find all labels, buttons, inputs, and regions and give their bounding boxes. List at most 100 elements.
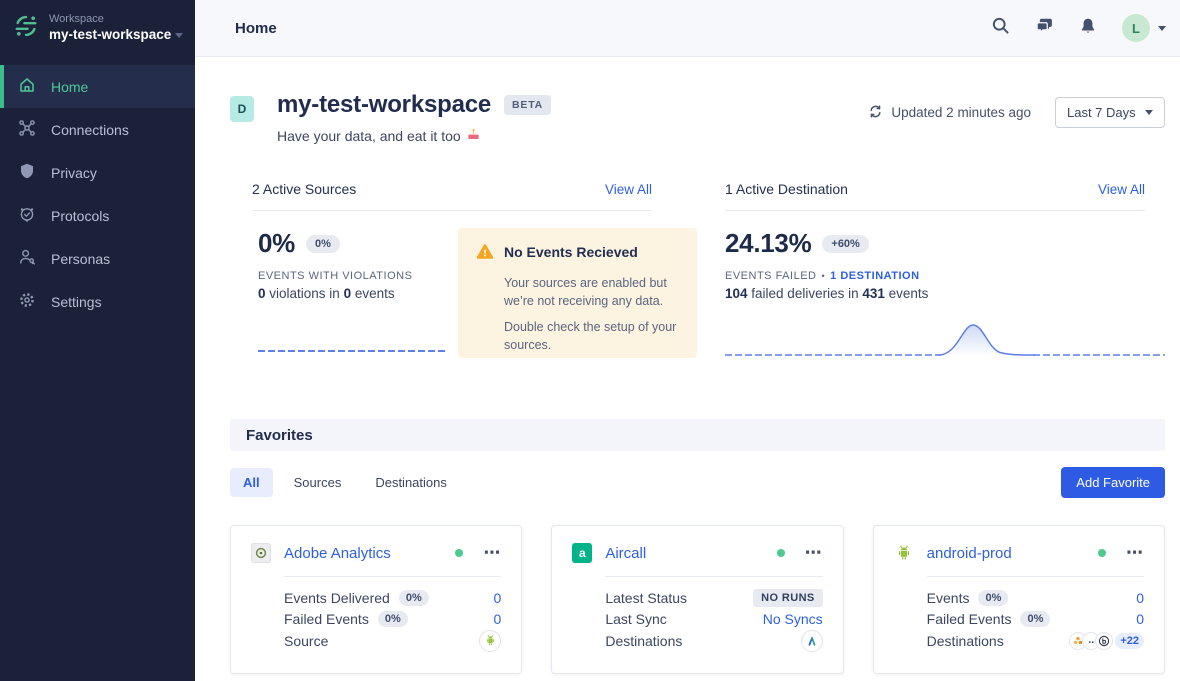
sidebar-item-settings[interactable]: Settings [0,280,195,323]
failed-events-value[interactable]: 0 [494,611,502,627]
gear-icon [18,291,36,312]
protocols-icon [18,205,36,226]
android-source-icon[interactable] [479,630,501,652]
events-value[interactable]: 0 [1136,590,1144,606]
percent-badge: 0% [378,611,408,627]
events-failed-label: EVENTS FAILED • 1 DESTINATION [725,270,1165,282]
card-row: Failed Events 0% 0 [284,609,501,631]
no-events-warning-card: No Events Recieved Your sources are enab… [458,228,697,358]
chevron-down-icon [175,33,183,38]
sidebar-item-label: Privacy [51,165,97,181]
add-favorite-button[interactable]: Add Favorite [1061,467,1165,498]
workspace-switcher[interactable]: Workspace my-test-workspace [0,0,195,58]
percent-badge: 0% [1020,611,1050,627]
sidebar-item-protocols[interactable]: Protocols [0,194,195,237]
sidebar-item-personas[interactable]: Personas [0,237,195,280]
card-row: Last Sync No Syncs [605,609,822,631]
user-menu[interactable]: L [1122,14,1166,42]
time-range-select[interactable]: Last 7 Days [1055,97,1165,128]
page-title: Home [235,20,277,37]
active-sources-header: 2 Active Sources [252,181,356,197]
events-failed-sparkline [725,315,1165,361]
favorite-card-android-prod: android-prod ⋯ Events 0% 0 Failed Events [873,525,1165,674]
status-dot [455,549,463,557]
more-destinations-badge[interactable]: +22 [1115,633,1144,649]
aircall-logo-icon: a [572,543,592,563]
card-row: Events Delivered 0% 0 [284,587,501,609]
sidebar-item-label: Settings [51,294,102,310]
segment-logo-icon [13,13,39,44]
card-title-link[interactable]: android-prod [927,545,1012,562]
favorite-card-adobe-analytics: Adobe Analytics ⋯ Events Delivered 0% 0 … [230,525,522,674]
favorite-card-aircall: a Aircall ⋯ Latest Status NO RUNS La [551,525,843,674]
no-syncs-link[interactable]: No Syncs [763,611,823,627]
violations-label: EVENTS WITH VIOLATIONS [258,270,448,282]
card-row: Source [284,630,501,652]
workspace-initial-badge: D [230,96,254,122]
violations-detail: 0 violations in 0 events [258,286,448,301]
events-delivered-value[interactable]: 0 [494,590,502,606]
chevron-down-icon [1158,26,1166,31]
sidebar-item-connections[interactable]: Connections [0,108,195,151]
violations-stat: 0% 0% EVENTS WITH VIOLATIONS 0 violation… [258,228,448,356]
failed-events-value[interactable]: 0 [1136,611,1144,627]
active-destinations-header: 1 Active Destination [725,181,848,197]
chevron-down-icon [1145,110,1153,115]
card-row: Destinations ‥ [927,630,1144,652]
person-icon [18,248,36,269]
workspace-subtitle: Have your data, and eat it too [277,127,551,145]
destination-count-link[interactable]: 1 DESTINATION [830,270,919,282]
status-dot [1098,549,1106,557]
percent-badge: 0% [399,590,429,606]
shield-icon [18,162,36,183]
sidebar-item-label: Protocols [51,208,109,224]
card-overflow-menu[interactable]: ⋯ [483,548,501,558]
avatar[interactable]: L [1122,14,1150,42]
card-overflow-menu[interactable]: ⋯ [1126,548,1144,558]
tab-destinations[interactable]: Destinations [362,468,460,497]
home-icon [18,76,36,97]
sidebar: Workspace my-test-workspace Home [0,0,195,681]
bell-icon[interactable] [1079,17,1097,40]
sidebar-item-label: Personas [51,251,110,267]
cake-emoji-icon [466,127,481,145]
percent-badge: 0% [978,590,1008,606]
events-failed-delta-badge: +60% [822,235,868,253]
tab-sources[interactable]: Sources [281,468,355,497]
warning-body: Your sources are enabled but we’re not r… [504,275,681,354]
tab-all[interactable]: All [230,468,273,497]
favorites-title: Favorites [246,427,313,444]
aircall-destination-icon[interactable] [801,630,823,652]
favorites-tabs: All Sources Destinations Add Favorite [230,467,1165,498]
sidebar-item-home[interactable]: Home [0,65,195,108]
events-failed-stat: 24.13% +60% EVENTS FAILED • 1 DESTINATIO… [725,228,1165,356]
workspace-title: my-test-workspace [277,91,491,119]
main-content: D my-test-workspace BETA Have your data,… [195,57,1180,681]
search-icon[interactable] [991,16,1010,40]
card-overflow-menu[interactable]: ⋯ [805,548,823,558]
destination-icons-stack[interactable]: ‥ +22 [1069,632,1144,650]
events-failed-detail: 104 failed deliveries in 431 events [725,286,1165,301]
card-title-link[interactable]: Aircall [605,545,646,562]
android-logo-icon [894,543,914,563]
card-row: Events 0% 0 [927,587,1144,609]
last-updated: Updated 2 minutes ago [868,104,1031,122]
app-window: Workspace my-test-workspace Home [0,0,1180,681]
violations-value: 0% [258,228,295,259]
sidebar-item-label: Home [51,79,88,95]
favorites-cards: Adobe Analytics ⋯ Events Delivered 0% 0 … [230,525,1165,674]
beta-badge: BETA [504,95,551,115]
sidebar-nav: Home Connections [0,65,195,323]
warning-triangle-icon [476,243,494,266]
card-title-link[interactable]: Adobe Analytics [284,545,391,562]
no-runs-badge: NO RUNS [753,589,823,607]
card-row: Failed Events 0% 0 [927,609,1144,631]
view-all-sources-link[interactable]: View All [605,182,652,197]
view-all-destinations-link[interactable]: View All [1098,182,1145,197]
workspace-label: Workspace [49,13,183,27]
sidebar-item-privacy[interactable]: Privacy [0,151,195,194]
card-row: Destinations [605,630,822,652]
chat-icon[interactable] [1035,16,1054,40]
connections-icon [18,119,36,140]
refresh-icon[interactable] [868,104,883,122]
